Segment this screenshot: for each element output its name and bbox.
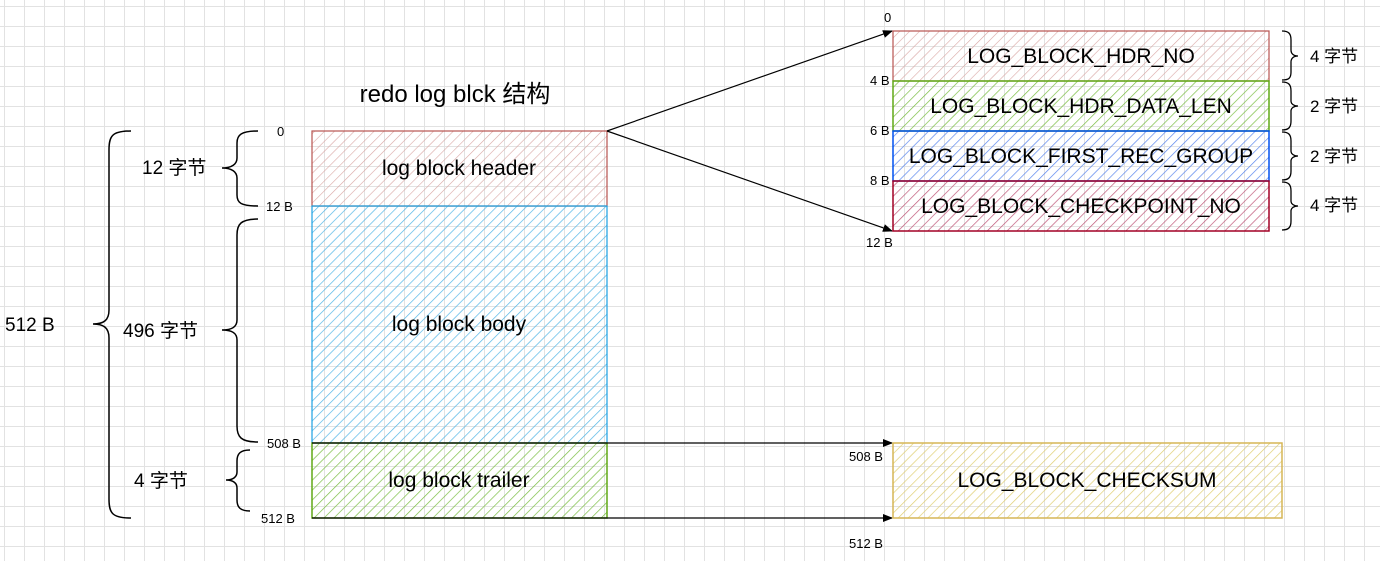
header-top-arrow [606,30,893,132]
checkpoint-no-size-label: 4 字节 [1310,196,1358,215]
field-checkpoint-no-label: LOG_BLOCK_CHECKPOINT_NO [921,195,1241,218]
diagram-title: redo log blck 结构 [360,81,551,108]
trailer-size-brace [225,449,251,512]
header-size-label: 12 字节 [142,157,206,179]
log-block-header-label: log block header [382,157,536,180]
redo-log-block-diagram: redo log blck 结构 log block header log bl… [5,10,1358,551]
header-size-brace [221,130,259,207]
field-hdr-data-len-label: LOG_BLOCK_HDR_DATA_LEN [930,95,1232,118]
data-len-size-label: 2 字节 [1310,97,1358,116]
data-len-size-brace [1281,81,1299,131]
field-checksum-label: LOG_BLOCK_CHECKSUM [957,469,1216,492]
field-offset-8b: 8 B [870,173,890,188]
field-offset-0: 0 [884,10,891,25]
offset-12b-label: 12 B [266,199,293,214]
total-size-label: 512 B [5,315,55,336]
field-offset-12b: 12 B [866,235,893,250]
offset-508b-label: 508 B [267,436,301,451]
first-rec-group-size-label: 2 字节 [1310,147,1358,166]
hdr-no-size-label: 4 字节 [1310,47,1358,66]
first-rec-group-size-brace [1281,131,1299,181]
header-bottom-arrow [606,130,893,232]
checksum-offset-512b: 512 B [849,536,883,551]
body-size-label: 496 字节 [123,320,198,342]
field-offset-4b: 4 B [870,73,890,88]
checksum-offset-508b: 508 B [849,449,883,464]
hdr-no-size-brace [1281,30,1299,81]
offset-zero-label: 0 [277,124,284,139]
field-hdr-no-label: LOG_BLOCK_HDR_NO [967,45,1195,68]
body-size-brace [221,218,259,443]
log-block-body-label: log block body [392,313,527,336]
field-first-rec-group-label: LOG_BLOCK_FIRST_REC_GROUP [909,145,1253,168]
field-offset-6b: 6 B [870,123,890,138]
offset-512b-label: 512 B [261,511,295,526]
checkpoint-no-size-brace [1281,181,1299,231]
trailer-size-label: 4 字节 [134,470,188,492]
log-block-trailer-label: log block trailer [388,469,529,492]
